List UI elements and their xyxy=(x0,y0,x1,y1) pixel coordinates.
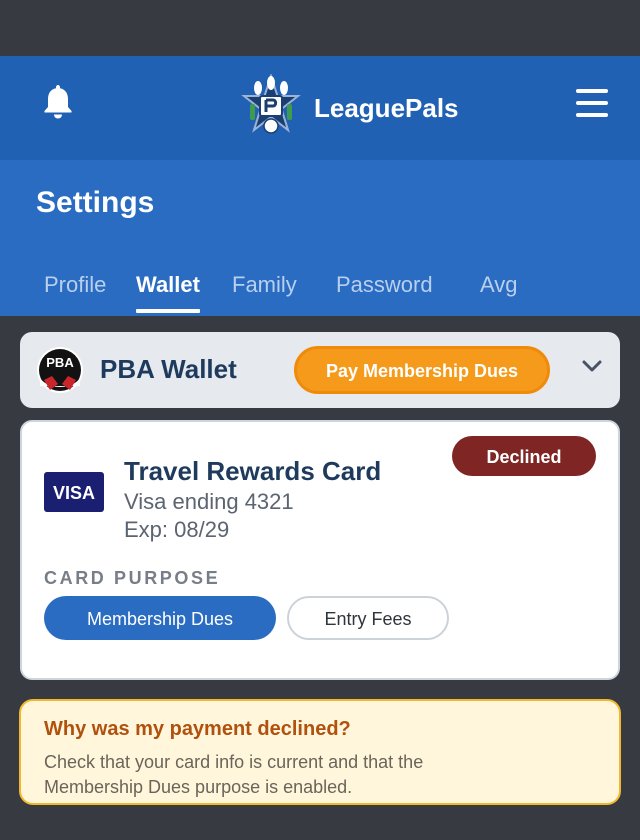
tab-family[interactable]: Family xyxy=(232,272,297,298)
tab-wallet[interactable]: Wallet xyxy=(136,272,200,298)
wallet-title: PBA Wallet xyxy=(100,354,237,384)
card-name: Travel Rewards Card xyxy=(124,456,382,486)
active-tab-indicator xyxy=(136,309,200,313)
card-ending: Visa ending 4321 xyxy=(124,489,294,514)
chevron-down-icon[interactable] xyxy=(580,356,604,376)
help-title: Why was my payment declined? xyxy=(44,718,351,740)
pba-logo: PBA xyxy=(37,347,83,393)
page-title: Settings xyxy=(36,186,155,219)
leaguepals-star-logo[interactable] xyxy=(238,74,304,140)
card-expiry: Exp: 08/29 xyxy=(124,517,230,542)
purpose-entry-fees[interactable]: Entry Fees xyxy=(287,596,449,640)
pay-membership-dues-button[interactable]: Pay Membership Dues xyxy=(294,346,550,394)
tab-avg[interactable]: Avg xyxy=(480,272,518,298)
purpose-membership-dues[interactable]: Membership Dues xyxy=(44,596,276,640)
pba-logo-text: PBA xyxy=(46,355,74,370)
status-badge: Declined xyxy=(452,436,596,476)
tab-profile[interactable]: Profile xyxy=(44,272,106,298)
bell-icon[interactable] xyxy=(40,82,76,120)
help-body: Check that your card info is current and… xyxy=(44,752,424,797)
app-screen: LeaguePals Settings Profile Wallet Famil… xyxy=(0,0,640,840)
visa-logo: VISA xyxy=(44,472,104,512)
card-purpose-label: CARD PURPOSE xyxy=(44,568,221,588)
hamburger-menu-icon[interactable] xyxy=(576,89,608,117)
tab-password[interactable]: Password xyxy=(336,272,433,298)
brand-name[interactable]: LeaguePals xyxy=(314,93,459,124)
